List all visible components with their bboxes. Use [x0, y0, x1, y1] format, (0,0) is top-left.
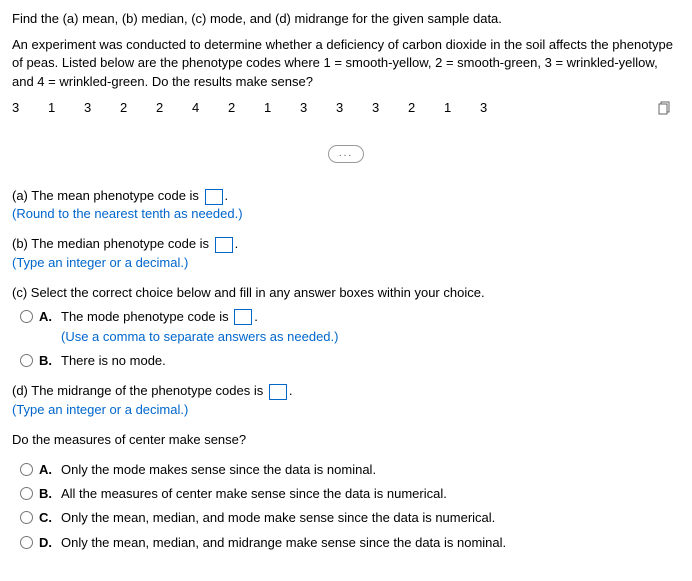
part-b-after: . — [235, 236, 239, 251]
option-final-c: C. Only the mean, median, and mode make … — [20, 509, 680, 527]
data-value: 1 — [444, 99, 452, 117]
option-letter: B. — [39, 485, 55, 503]
data-value: 3 — [336, 99, 344, 117]
expand-bar: ... — [12, 145, 680, 163]
option-letter: B. — [39, 352, 55, 370]
option-final-a-text: Only the mode makes sense since the data… — [61, 461, 680, 479]
final-question: Do the measures of center make sense? — [12, 431, 680, 449]
part-c-prompt: (c) Select the correct choice below and … — [12, 284, 680, 302]
option-c-a-text: The mode phenotype code is — [61, 309, 232, 324]
data-value: 1 — [264, 99, 272, 117]
part-d-text: (d) The midrange of the phenotype codes … — [12, 383, 267, 398]
data-value: 2 — [156, 99, 164, 117]
radio-final-d[interactable] — [20, 536, 33, 549]
option-c-a: A. The mode phenotype code is . (Use a c… — [20, 308, 680, 346]
radio-final-b[interactable] — [20, 487, 33, 500]
data-value: 3 — [12, 99, 20, 117]
radio-c-a[interactable] — [20, 310, 33, 323]
data-value: 3 — [480, 99, 488, 117]
part-a-text: (a) The mean phenotype code is — [12, 188, 203, 203]
option-c-a-after: . — [254, 309, 258, 324]
option-c-b: B. There is no mode. — [20, 352, 680, 370]
option-final-d-text: Only the mean, median, and midrange make… — [61, 534, 680, 552]
option-letter: C. — [39, 509, 55, 527]
final-options: A. Only the mode makes sense since the d… — [12, 461, 680, 552]
experiment-text: An experiment was conducted to determine… — [12, 36, 680, 91]
data-value: 3 — [84, 99, 92, 117]
option-letter: D. — [39, 534, 55, 552]
option-final-c-text: Only the mean, median, and mode make sen… — [61, 509, 680, 527]
data-row: 3 1 3 2 2 4 2 1 3 3 3 2 1 3 — [12, 99, 680, 117]
part-c: (c) Select the correct choice below and … — [12, 284, 680, 371]
radio-final-c[interactable] — [20, 511, 33, 524]
radio-c-b[interactable] — [20, 354, 33, 367]
option-letter: A. — [39, 461, 55, 479]
part-d-hint: (Type an integer or a decimal.) — [12, 401, 680, 419]
mode-input[interactable] — [234, 309, 252, 325]
midrange-input[interactable] — [269, 384, 287, 400]
part-b-text: (b) The median phenotype code is — [12, 236, 213, 251]
data-value: 3 — [372, 99, 380, 117]
option-final-a: A. Only the mode makes sense since the d… — [20, 461, 680, 479]
part-b: (b) The median phenotype code is . (Type… — [12, 235, 680, 271]
copy-icon[interactable] — [658, 101, 672, 115]
data-value: 3 — [300, 99, 308, 117]
option-c-b-text: There is no mode. — [61, 352, 680, 370]
part-d-after: . — [289, 383, 293, 398]
data-value: 1 — [48, 99, 56, 117]
data-value: 4 — [192, 99, 200, 117]
part-a-hint: (Round to the nearest tenth as needed.) — [12, 205, 680, 223]
part-a: (a) The mean phenotype code is . (Round … — [12, 187, 680, 223]
data-value: 2 — [228, 99, 236, 117]
option-final-b: B. All the measures of center make sense… — [20, 485, 680, 503]
option-final-b-text: All the measures of center make sense si… — [61, 485, 680, 503]
option-final-d: D. Only the mean, median, and midrange m… — [20, 534, 680, 552]
median-input[interactable] — [215, 237, 233, 253]
option-letter: A. — [39, 308, 55, 326]
radio-final-a[interactable] — [20, 463, 33, 476]
part-b-hint: (Type an integer or a decimal.) — [12, 254, 680, 272]
expand-button[interactable]: ... — [328, 145, 364, 163]
part-d: (d) The midrange of the phenotype codes … — [12, 382, 680, 418]
option-c-a-hint: (Use a comma to separate answers as need… — [61, 328, 680, 346]
data-value: 2 — [120, 99, 128, 117]
part-a-after: . — [225, 188, 229, 203]
mean-input[interactable] — [205, 189, 223, 205]
data-value: 2 — [408, 99, 416, 117]
intro-text: Find the (a) mean, (b) median, (c) mode,… — [12, 10, 680, 28]
